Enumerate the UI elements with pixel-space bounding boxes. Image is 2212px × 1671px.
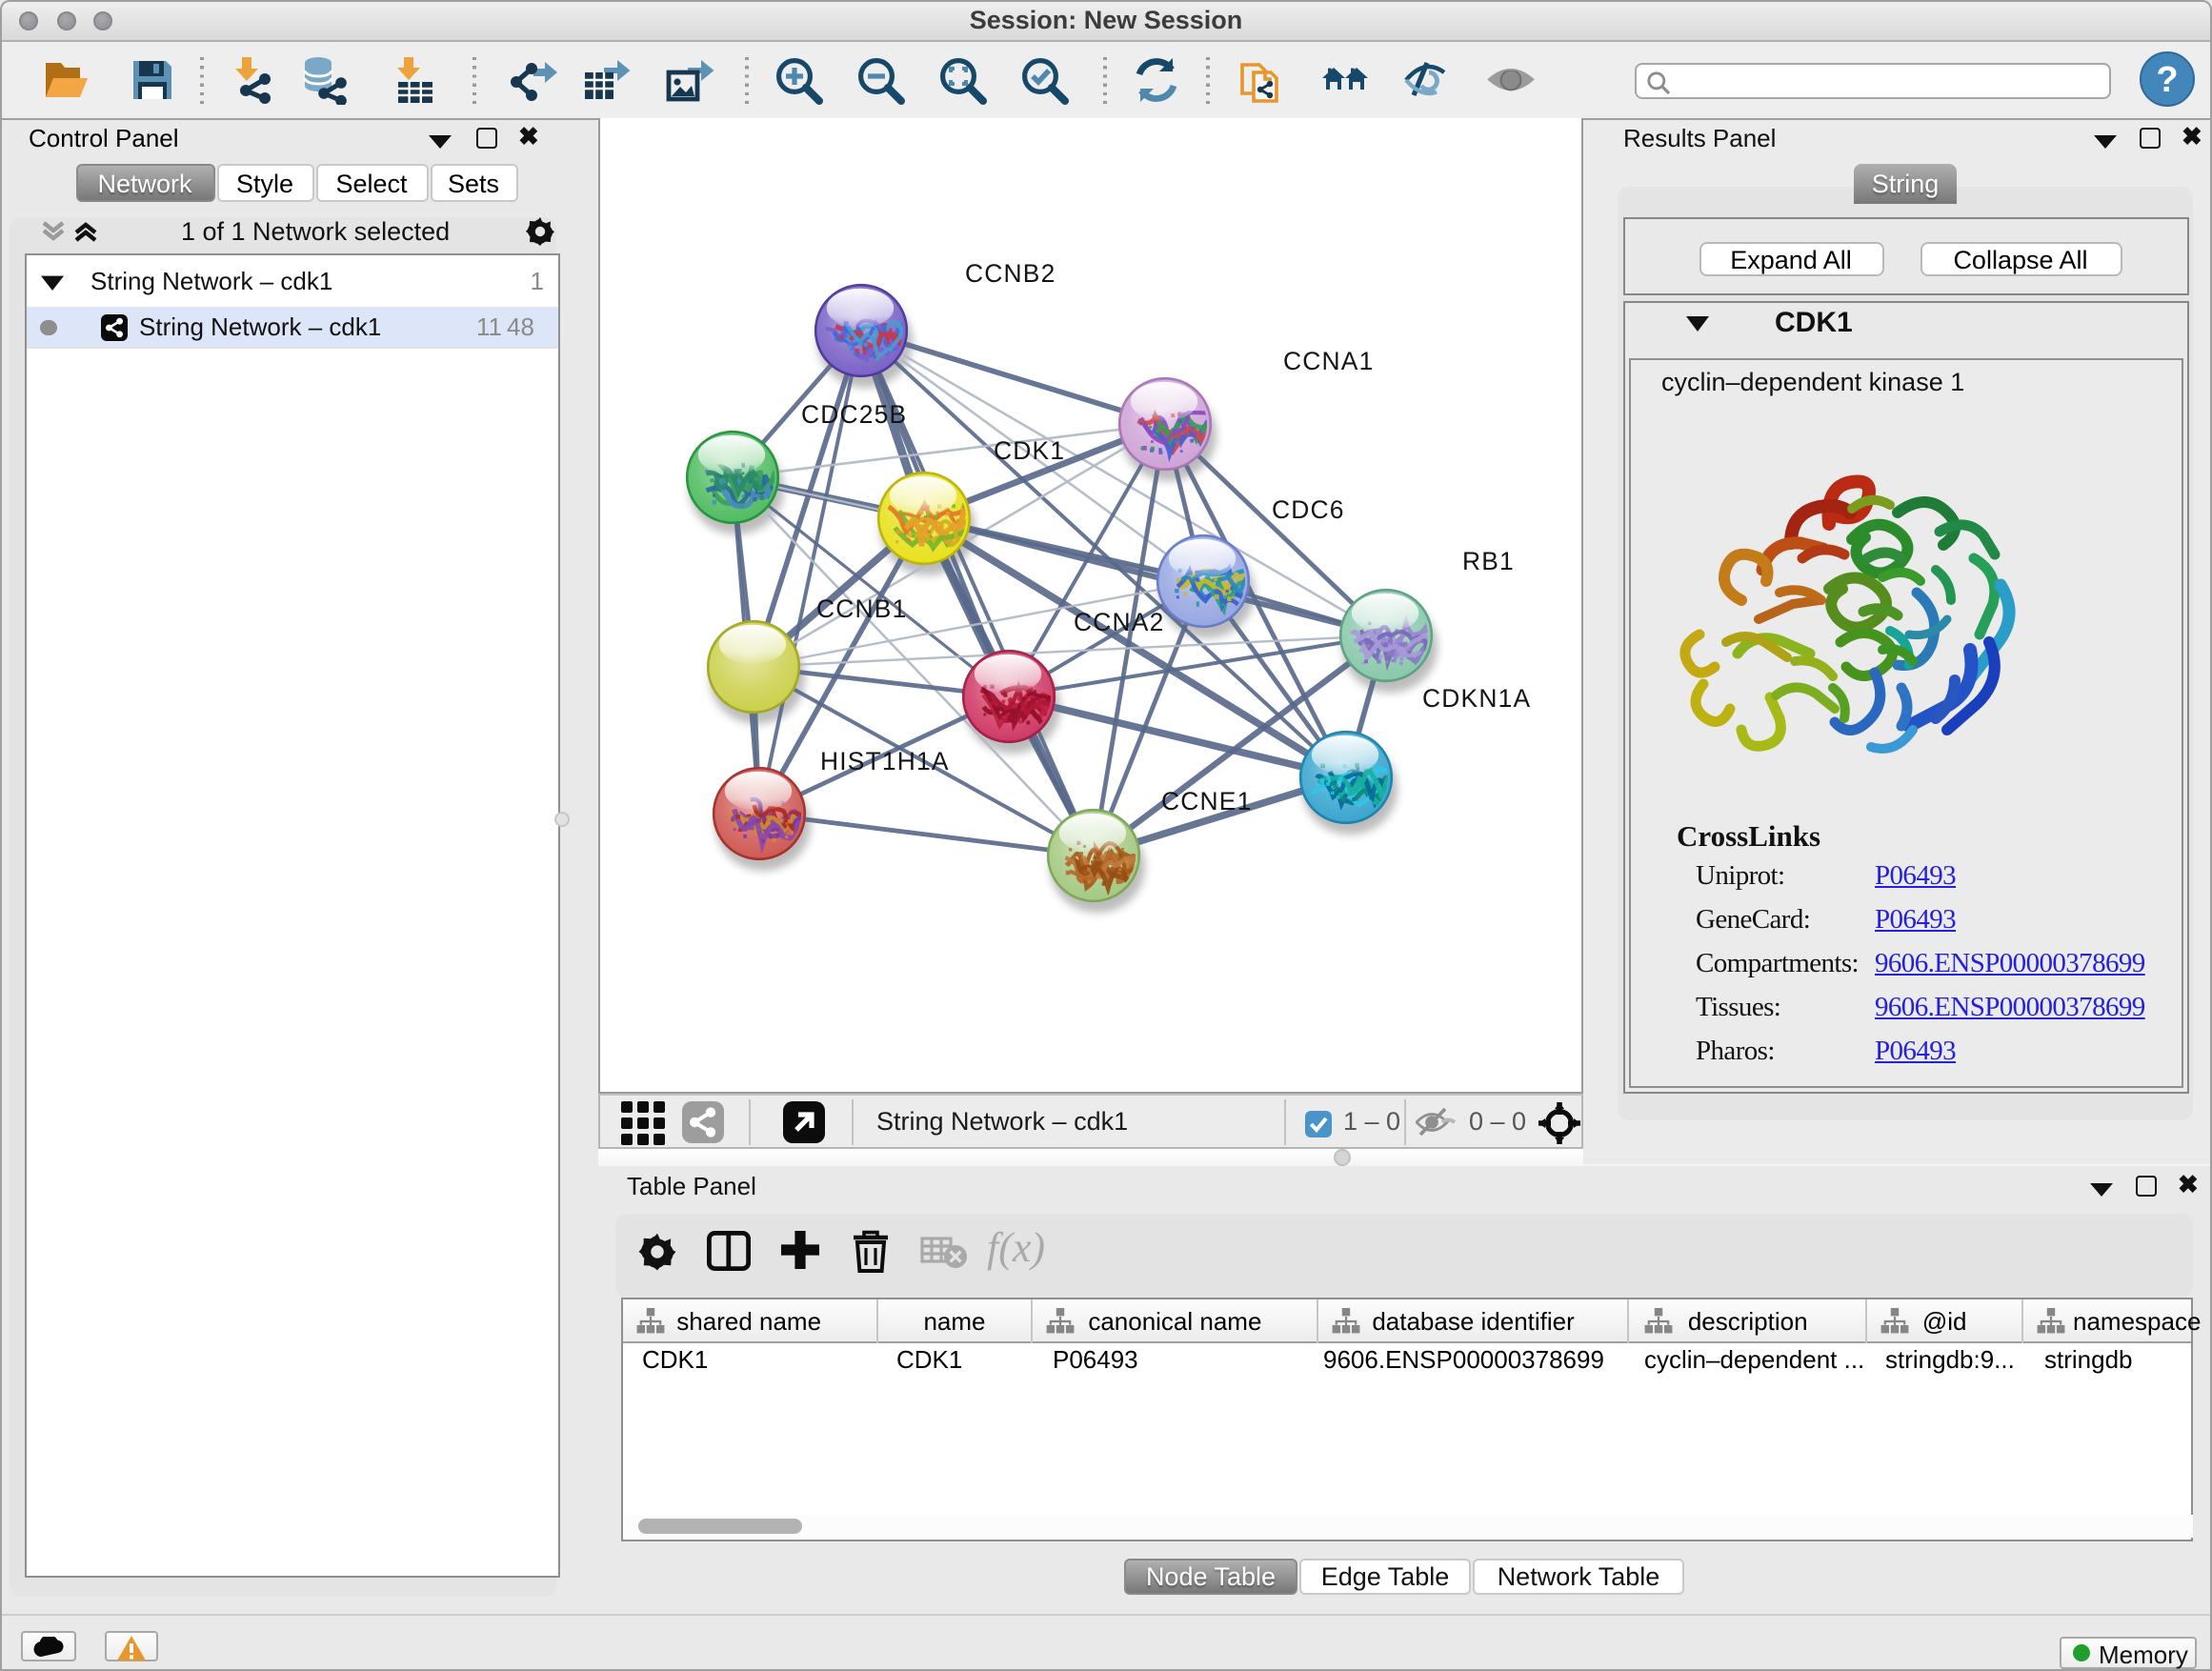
svg-text:CCNA2: CCNA2 bbox=[1074, 608, 1164, 636]
svg-text:RB1: RB1 bbox=[1462, 547, 1515, 575]
svg-text:CDC25B: CDC25B bbox=[801, 400, 907, 429]
svg-text:CDK1: CDK1 bbox=[994, 436, 1065, 465]
svg-text:CDC6: CDC6 bbox=[1272, 495, 1345, 524]
svg-text:?: ? bbox=[2156, 60, 2178, 100]
svg-text:CCNB1: CCNB1 bbox=[816, 594, 907, 623]
svg-text:CCNB2: CCNB2 bbox=[965, 259, 1056, 288]
svg-text:HIST1H1A: HIST1H1A bbox=[820, 747, 950, 775]
svg-text:CCNE1: CCNE1 bbox=[1161, 787, 1252, 815]
svg-text:CDKN1A: CDKN1A bbox=[1422, 684, 1531, 713]
svg-text:CCNA1: CCNA1 bbox=[1283, 347, 1374, 375]
